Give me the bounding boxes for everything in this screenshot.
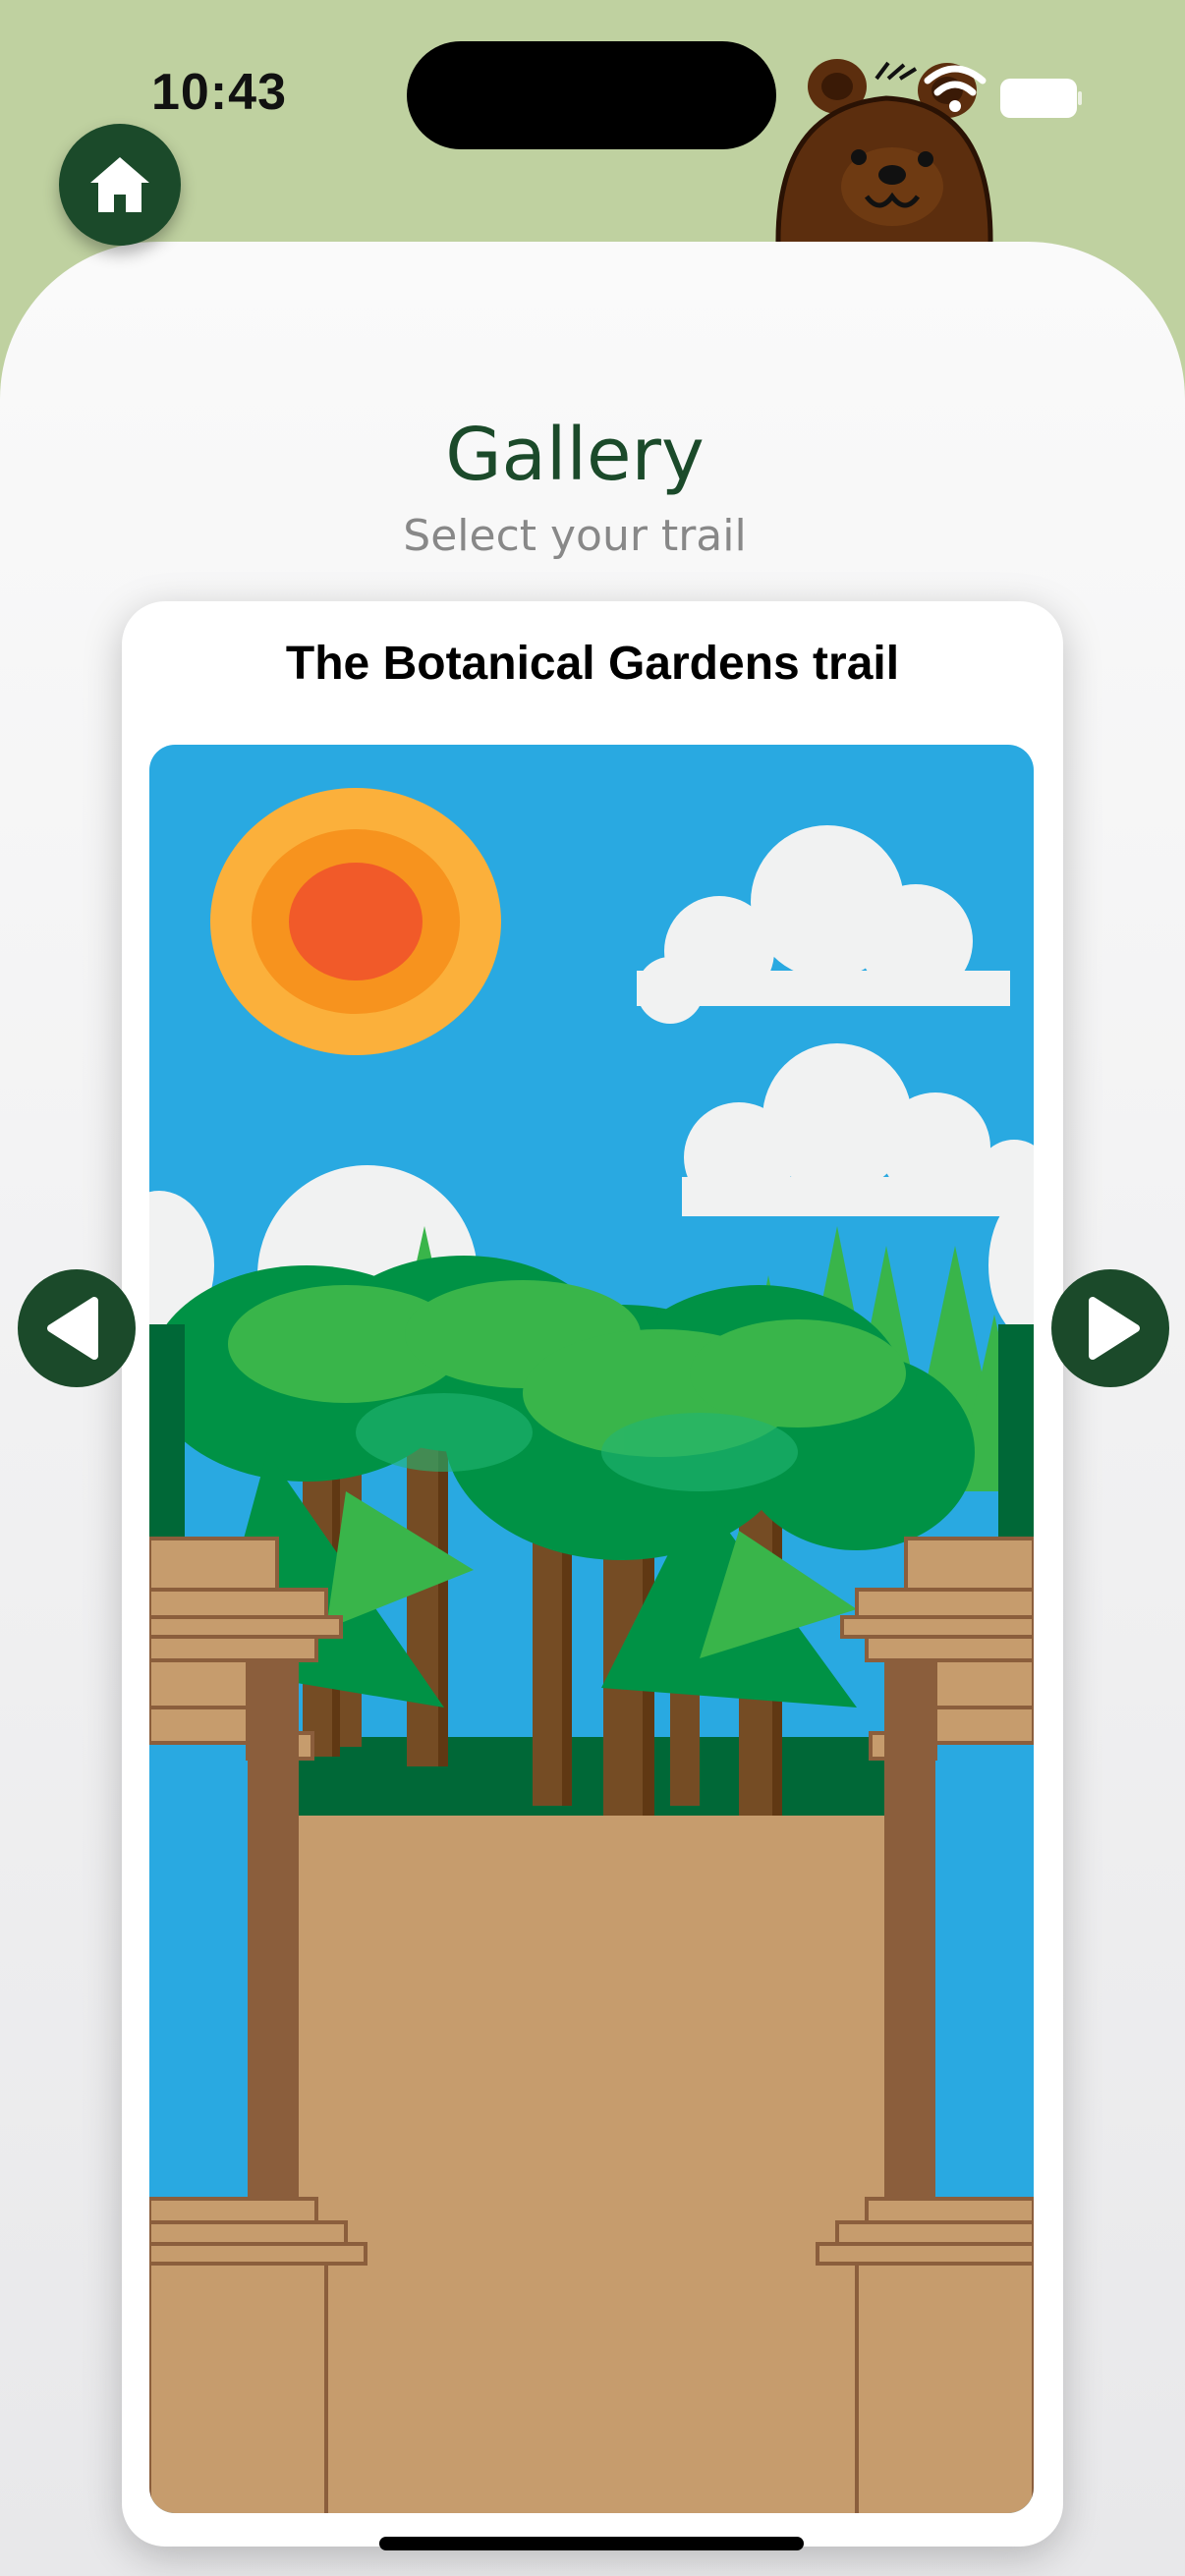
- chevron-left-icon: [47, 1297, 98, 1360]
- trail-name: The Botanical Gardens trail: [285, 638, 900, 690]
- home-icon: [90, 157, 149, 212]
- home-indicator: [379, 2537, 804, 2550]
- page-subtitle: Select your trail: [403, 511, 747, 561]
- wifi-icon: [924, 65, 987, 112]
- battery-icon: [1000, 79, 1082, 118]
- chevron-right-icon: [1089, 1297, 1140, 1360]
- previous-trail-button[interactable]: [18, 1269, 136, 1387]
- trail-card[interactable]: The Botanical Gardens trail: [122, 601, 1063, 2547]
- home-button[interactable]: [59, 124, 181, 246]
- page-title: Gallery: [445, 413, 705, 497]
- status-time: 10:43: [151, 64, 287, 121]
- dynamic-island: [407, 41, 776, 149]
- trail-image[interactable]: [149, 745, 1034, 2513]
- next-trail-button[interactable]: [1051, 1269, 1169, 1387]
